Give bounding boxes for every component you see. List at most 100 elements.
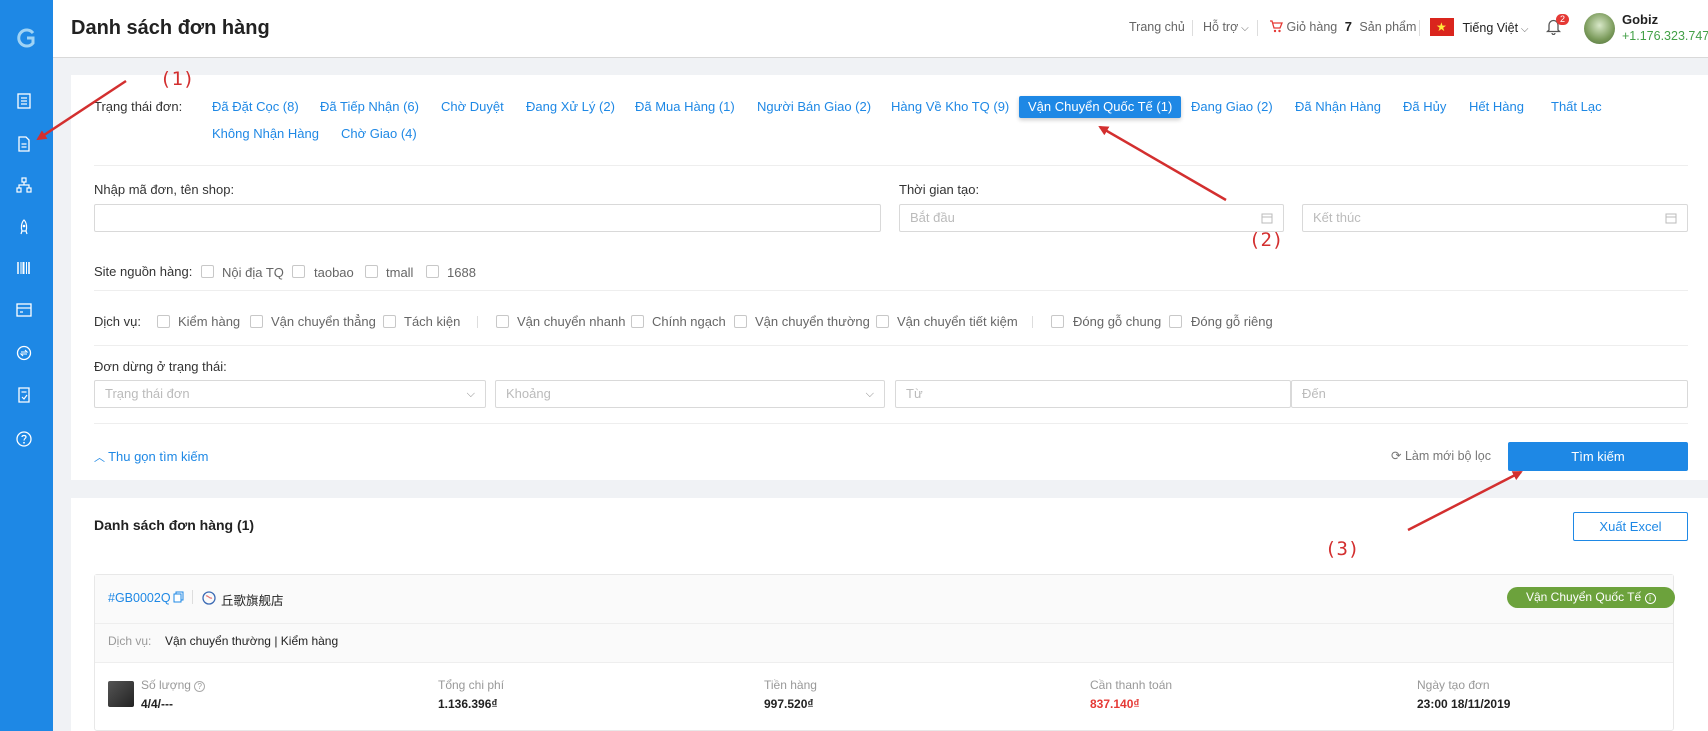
end-date-input[interactable]: Kết thúc (1302, 204, 1688, 232)
order-service-2: Kiểm hàng (280, 634, 339, 648)
service-van-chuyen-nhanh-checkbox[interactable] (496, 315, 509, 328)
service-chinh-ngach-checkbox[interactable] (631, 315, 644, 328)
report-check-icon[interactable] (15, 386, 33, 404)
help-icon[interactable] (15, 430, 33, 448)
status-hang-ve-kho-tq[interactable]: Hàng Về Kho TQ (9) (891, 99, 1009, 114)
divider (192, 590, 193, 604)
status-da-nhan-hang[interactable]: Đã Nhận Hàng (1295, 99, 1381, 114)
order-code-label: Nhập mã đơn, tên shop: (94, 182, 235, 197)
reset-filter-button[interactable]: ⟳ Làm mới bộ lọc (1391, 448, 1491, 463)
order-code-link[interactable]: #GB0002Q (108, 591, 171, 605)
status-cho-duyet[interactable]: Chờ Duyệt (441, 99, 504, 114)
status-da-mua-hang[interactable]: Đã Mua Hàng (1) (635, 99, 735, 114)
stuck-status-placeholder: Trạng thái đơn (105, 386, 190, 401)
qty-value: 4/4/--- (141, 697, 174, 711)
service-dong-go-rieng-checkbox[interactable] (1169, 315, 1182, 328)
total-cost-label: Tổng chi phí (438, 678, 505, 692)
shop-name: 丘歌旗舰店 (221, 594, 284, 608)
order-code-input[interactable] (94, 204, 881, 232)
end-date-placeholder: Kết thúc (1313, 210, 1361, 225)
qty-label-text: Số lượng (141, 678, 191, 692)
status-nguoi-ban-giao[interactable]: Người Bán Giao (2) (757, 99, 871, 114)
order-service-values: Vận chuyển thường | Kiểm hàng (165, 634, 339, 648)
cart-label: Giỏ hàng (1286, 20, 1338, 34)
site-noi-dia-label: Nội địa TQ (222, 265, 284, 280)
stuck-status-label: Đơn dừng ở trạng thái: (94, 359, 227, 374)
status-da-tiep-nhan[interactable]: Đã Tiếp Nhận (6) (320, 99, 419, 114)
status-van-chuyen-quoc-te[interactable]: Vận Chuyển Quốc Tế (1) (1019, 96, 1182, 118)
annotation-1: (1) (160, 68, 195, 90)
range-placeholder: Khoảng (506, 386, 551, 401)
vietnam-flag-icon: ★ (1430, 18, 1454, 36)
stuck-status-select[interactable]: Trạng thái đơn ⌵ (94, 380, 486, 408)
to-placeholder: Đến (1302, 386, 1326, 401)
status-het-hang[interactable]: Hết Hàng (1469, 99, 1524, 114)
service-tach-kien-checkbox[interactable] (383, 315, 396, 328)
avatar[interactable] (1584, 13, 1615, 44)
service-van-chuyen-tiet-kiem-checkbox[interactable] (876, 315, 889, 328)
barcode-icon[interactable] (15, 259, 33, 277)
status-that-lac[interactable]: Thất Lạc (1551, 99, 1602, 114)
dashboard-list-icon[interactable] (15, 92, 33, 110)
export-excel-button[interactable]: Xuất Excel (1573, 512, 1688, 541)
divider (94, 165, 1688, 166)
annotation-2: (2) (1249, 229, 1284, 251)
exchange-icon[interactable] (15, 344, 33, 362)
to-input[interactable]: Đến (1291, 380, 1688, 408)
service-kiem-hang-label: Kiểm hàng (178, 314, 241, 329)
service-van-chuyen-nhanh-label: Vận chuyển nhanh (517, 314, 626, 329)
status-da-dat-coc[interactable]: Đã Đặt Cọc (8) (212, 99, 299, 114)
calendar-icon[interactable] (15, 301, 33, 319)
shop-globe-icon (202, 591, 216, 605)
service-dong-go-chung-checkbox[interactable] (1051, 315, 1064, 328)
from-placeholder: Từ (906, 386, 923, 401)
status-dang-xu-ly[interactable]: Đang Xử Lý (2) (526, 99, 615, 114)
support-menu[interactable]: Hỗ trợ ⌵ (1203, 20, 1249, 34)
start-date-input[interactable]: Bắt đầu (899, 204, 1284, 232)
order-service-1: Vận chuyển thường (165, 634, 271, 648)
order-service-label: Dịch vụ: (108, 634, 152, 648)
username: Gobiz (1622, 12, 1659, 27)
service-van-chuyen-thang-checkbox[interactable] (250, 315, 263, 328)
service-van-chuyen-tiet-kiem-label: Vận chuyển tiết kiệm (897, 314, 1018, 329)
from-input[interactable]: Từ (895, 380, 1291, 408)
status-da-huy[interactable]: Đã Hủy (1403, 99, 1446, 114)
created-date-label: Ngày tạo đơn (1417, 678, 1490, 692)
search-button[interactable]: Tìm kiếm (1508, 442, 1688, 471)
service-kiem-hang-checkbox[interactable] (157, 315, 170, 328)
collapse-search-link[interactable]: ︿ Thu gọn tìm kiếm (94, 449, 209, 465)
service-van-chuyen-thuong-checkbox[interactable] (734, 315, 747, 328)
product-thumbnail[interactable] (108, 681, 134, 707)
cart-unit: Sản phẩm (1359, 20, 1417, 34)
site-tmall-checkbox[interactable] (365, 265, 378, 278)
order-status-label: Vận Chuyển Quốc Tế (1526, 590, 1642, 604)
start-date-placeholder: Bắt đầu (910, 210, 955, 225)
status-cho-giao[interactable]: Chờ Giao (4) (341, 126, 417, 141)
site-taobao-checkbox[interactable] (292, 265, 305, 278)
home-link[interactable]: Trang chủ (1129, 20, 1185, 34)
site-noi-dia-checkbox[interactable] (201, 265, 214, 278)
status-dang-giao[interactable]: Đang Giao (2) (1191, 99, 1273, 114)
language-selector[interactable]: ★ Tiếng Việt ⌵ (1430, 18, 1528, 36)
chevron-down-icon: ⌵ (1238, 23, 1249, 34)
status-khong-nhan-hang[interactable]: Không Nhận Hàng (212, 126, 319, 141)
site-1688-checkbox[interactable] (426, 265, 439, 278)
rocket-icon[interactable] (15, 218, 33, 236)
range-select[interactable]: Khoảng ⌵ (495, 380, 885, 408)
service-label: Dịch vụ: (94, 314, 141, 329)
cart-link[interactable]: Giỏ hàng 7 Sản phẩm (1269, 19, 1416, 34)
service-dong-go-chung-label: Đóng gỗ chung (1073, 314, 1162, 329)
chevron-up-icon: ︿ (94, 452, 109, 464)
hierarchy-icon[interactable] (15, 176, 33, 194)
site-tmall-label: tmall (386, 265, 414, 280)
calendar-icon (1261, 213, 1273, 224)
service-van-chuyen-thuong-label: Vận chuyển thường (755, 314, 870, 329)
copy-icon[interactable] (173, 591, 184, 603)
divider (94, 345, 1688, 346)
amount-due-label: Cần thanh toán (1090, 678, 1173, 692)
support-label: Hỗ trợ (1203, 20, 1239, 34)
info-icon: i (1644, 593, 1656, 604)
orders-document-icon[interactable] (15, 135, 33, 153)
service-chinh-ngach-label: Chính ngạch (652, 314, 726, 329)
help-circle-icon: ? (194, 681, 206, 692)
